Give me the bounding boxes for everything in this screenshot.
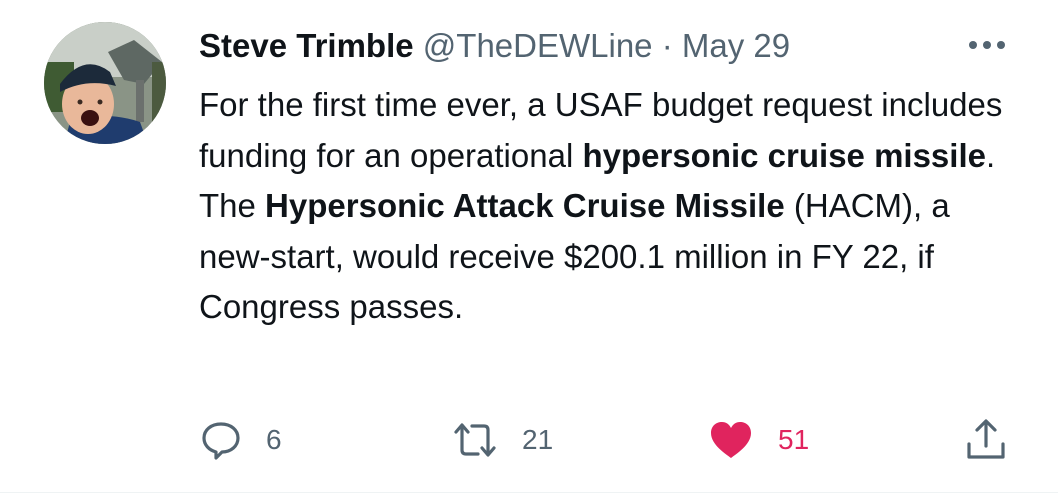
reply-count: 6 xyxy=(266,424,282,455)
author-handle[interactable]: @TheDEWLine xyxy=(423,27,653,64)
tweet-text-bold: Hypersonic Attack Cruise Missile xyxy=(265,187,785,224)
reply-button[interactable]: 6 xyxy=(200,420,282,460)
like-button[interactable]: 51 xyxy=(708,420,809,460)
more-dot xyxy=(969,41,977,49)
divider xyxy=(0,492,1058,493)
author-name[interactable]: Steve Trimble xyxy=(199,27,414,64)
reply-icon xyxy=(202,422,240,460)
tweet-text: For the first time ever, a USAF budget r… xyxy=(199,80,1029,333)
more-dot xyxy=(983,41,991,49)
more-dot xyxy=(997,41,1005,49)
share-button[interactable] xyxy=(964,419,1008,460)
avatar-image xyxy=(44,22,166,144)
action-bar: 6 21 51 xyxy=(0,412,1058,468)
avatar[interactable] xyxy=(44,22,166,144)
heart-icon xyxy=(711,422,751,458)
tweet-header: Steve Trimble @TheDEWLine · May 29 xyxy=(199,26,790,66)
retweet-icon xyxy=(454,423,496,457)
tweet-date[interactable]: May 29 xyxy=(682,27,790,64)
more-options-icon[interactable] xyxy=(962,30,1012,60)
retweet-button[interactable]: 21 xyxy=(452,420,553,460)
meta-separator: · xyxy=(661,27,673,64)
share-icon xyxy=(967,419,1005,459)
retweet-count: 21 xyxy=(522,424,554,455)
tweet[interactable]: Steve Trimble @TheDEWLine · May 29 For t… xyxy=(0,0,1058,500)
like-count: 51 xyxy=(778,424,810,455)
tweet-text-bold: hypersonic cruise missile xyxy=(582,136,986,174)
